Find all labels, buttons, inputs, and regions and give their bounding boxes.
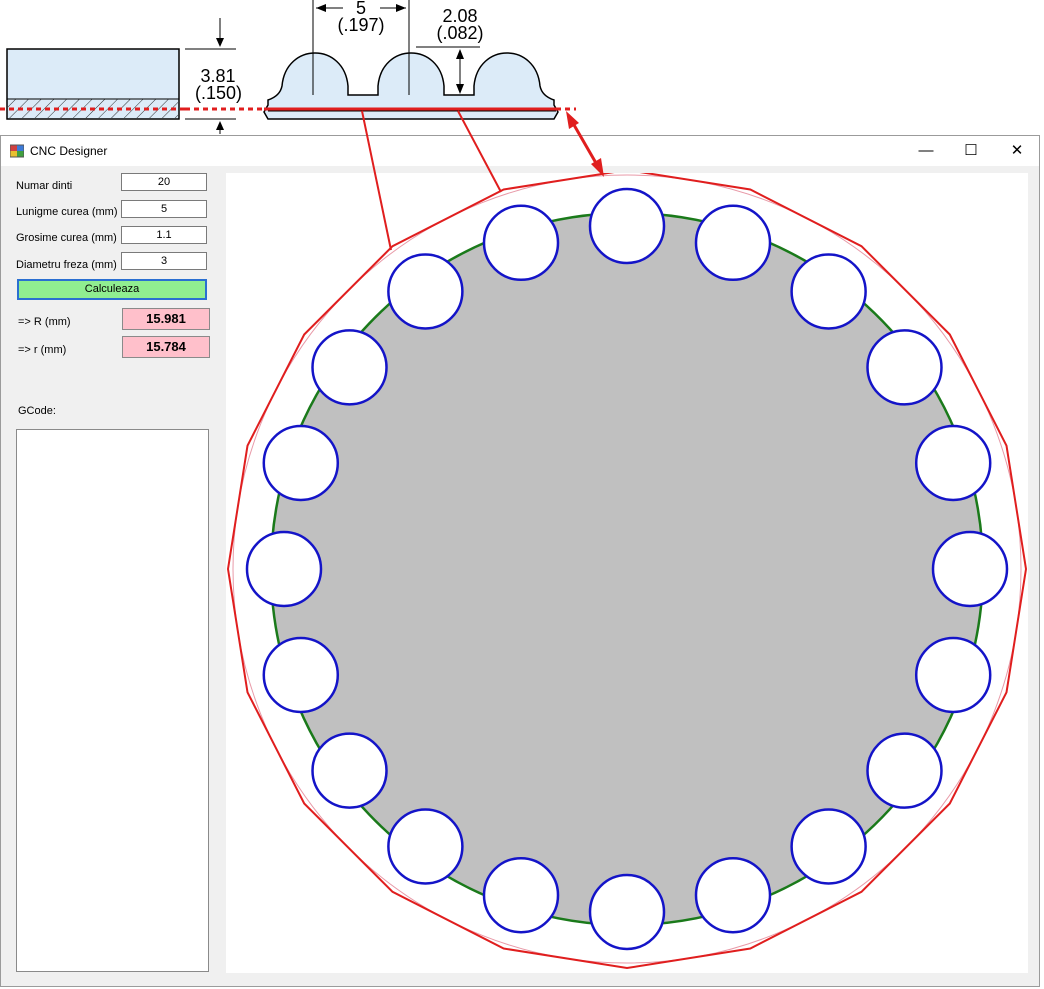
belt-profile-diagram: [0, 0, 604, 251]
tooth-height-dim-label: 2.08 (.082): [436, 6, 484, 43]
pitch-dim-label: 5 (.197): [337, 0, 385, 35]
height-dim-label: 3.81 (.150): [195, 66, 243, 103]
pitch-line: [0, 107, 604, 251]
